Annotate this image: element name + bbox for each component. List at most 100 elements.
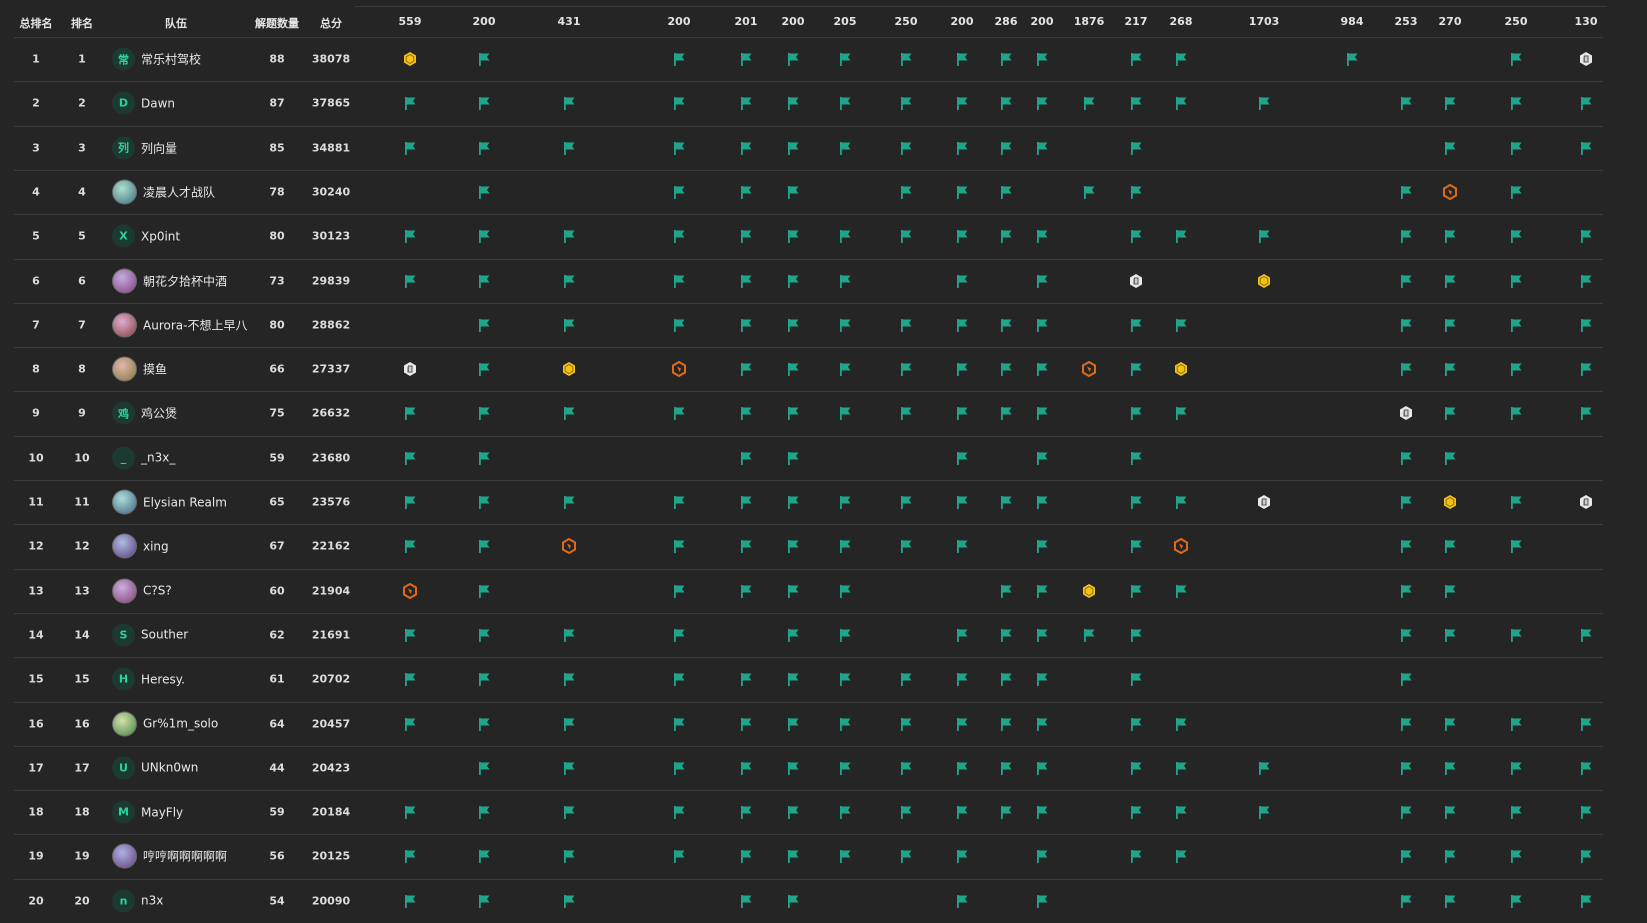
- challenge-score-header[interactable]: 270: [1439, 15, 1462, 28]
- team-cell[interactable]: Elysian Realm: [112, 489, 227, 515]
- challenge-score-header[interactable]: 205: [834, 15, 857, 28]
- table-row[interactable]: 15 15 H Heresy. 61 20702: [0, 657, 1647, 701]
- challenge-score-header[interactable]: 201: [735, 15, 758, 28]
- table-row[interactable]: 5 5 X Xp0int 80 30123: [0, 214, 1647, 258]
- solved-flag-icon: [1398, 184, 1414, 200]
- header-overall-rank[interactable]: 总排名: [20, 15, 53, 31]
- challenge-score-header[interactable]: 253: [1395, 15, 1418, 28]
- team-cell[interactable]: X Xp0int: [112, 224, 180, 248]
- solved-flag-icon: [1173, 494, 1189, 510]
- team-cell[interactable]: 常常乐村驾校: [112, 47, 201, 71]
- solved-flag-icon: [954, 760, 970, 776]
- team-cell[interactable]: S Souther: [112, 623, 188, 647]
- table-row[interactable]: 10 10 _ _n3x_ 59 23680: [0, 435, 1647, 480]
- solved-flag-icon: [998, 405, 1014, 421]
- team-cell[interactable]: _ _n3x_: [112, 446, 175, 470]
- solved-flag-icon: [898, 760, 914, 776]
- challenge-score-header[interactable]: 286: [995, 15, 1018, 28]
- challenge-score-header[interactable]: 250: [895, 15, 918, 28]
- header-solved-count[interactable]: 解题数量: [255, 15, 299, 31]
- challenge-score-header[interactable]: 200: [1031, 15, 1054, 28]
- team-name[interactable]: MayFly: [141, 805, 183, 819]
- header-rank[interactable]: 排名: [71, 15, 93, 31]
- team-name[interactable]: Souther: [141, 628, 188, 642]
- challenge-score-header[interactable]: 984: [1341, 15, 1364, 28]
- team-cell[interactable]: 凌晨人才战队: [112, 179, 215, 205]
- table-row[interactable]: 6 6 朝花夕拾杯中酒 73 29839: [0, 258, 1647, 303]
- table-row[interactable]: 12 12 xing 67 22162: [0, 524, 1647, 568]
- team-cell[interactable]: U UNkn0wn: [112, 756, 198, 780]
- team-cell[interactable]: D Dawn: [112, 91, 175, 115]
- table-row[interactable]: 18 18 M MayFly 59 20184: [0, 790, 1647, 834]
- table-row[interactable]: 4 4 凌晨人才战队 78 30240: [0, 169, 1647, 214]
- challenge-score-header[interactable]: 1703: [1249, 15, 1280, 28]
- challenge-score-header[interactable]: 130: [1575, 15, 1598, 28]
- table-row[interactable]: 3 3 列列向量 85 34881: [0, 125, 1647, 170]
- team-name[interactable]: _n3x_: [141, 451, 175, 465]
- team-name[interactable]: Aurora-不想上早八: [143, 316, 247, 333]
- challenge-score-header[interactable]: 268: [1170, 15, 1193, 28]
- team-name[interactable]: UNkn0wn: [141, 761, 198, 775]
- team-name[interactable]: C?S?: [143, 584, 172, 598]
- solved-flag-icon: [785, 627, 801, 643]
- team-cell[interactable]: 摸鱼: [112, 356, 167, 382]
- challenge-score-header[interactable]: 250: [1505, 15, 1528, 28]
- team-name[interactable]: 列向量: [141, 139, 177, 156]
- challenge-score-header[interactable]: 431: [558, 15, 581, 28]
- solved-flag-icon: [1578, 405, 1594, 421]
- team-cell[interactable]: xing: [112, 533, 169, 559]
- rank: 13: [74, 584, 90, 598]
- team-name[interactable]: 朝花夕拾杯中酒: [143, 272, 227, 289]
- team-name[interactable]: xing: [143, 539, 169, 553]
- table-row[interactable]: 2 2 D Dawn 87 37865: [0, 81, 1647, 125]
- team-cell[interactable]: 朝花夕拾杯中酒: [112, 268, 227, 293]
- table-row[interactable]: 9 9 鸡鸡公煲 75 26632: [0, 391, 1647, 435]
- table-row[interactable]: 17 17 U UNkn0wn 44 20423: [0, 745, 1647, 790]
- team-cell[interactable]: 哼哼啊啊啊啊啊: [112, 843, 227, 869]
- table-row[interactable]: 19 19 哼哼啊啊啊啊啊 56 20125: [0, 834, 1647, 878]
- table-row[interactable]: 16 16 Gr%1m_solo 64 20457: [0, 701, 1647, 746]
- team-cell[interactable]: 鸡鸡公煲: [112, 401, 177, 425]
- team-cell[interactable]: H Heresy.: [112, 667, 185, 691]
- team-name[interactable]: 凌晨人才战队: [143, 183, 215, 200]
- solved-flag-icon: [1398, 627, 1414, 643]
- team-name[interactable]: Dawn: [141, 96, 175, 110]
- team-cell[interactable]: Gr%1m_solo: [112, 711, 218, 736]
- team-name[interactable]: 鸡公煲: [141, 405, 177, 422]
- avatar: S: [112, 623, 135, 647]
- solved-flag-icon: [785, 95, 801, 111]
- team-name[interactable]: n3x: [141, 894, 163, 908]
- team-name[interactable]: Heresy.: [141, 672, 185, 686]
- team-name[interactable]: 常乐村驾校: [141, 51, 201, 68]
- challenge-score-header[interactable]: 200: [951, 15, 974, 28]
- challenge-score-header[interactable]: 217: [1125, 15, 1148, 28]
- solved-flag-icon: [1034, 804, 1050, 820]
- table-row[interactable]: 20 20 n n3x 54 20090: [0, 878, 1647, 923]
- table-row[interactable]: 8 8 摸鱼 66 27337: [0, 347, 1647, 391]
- table-row[interactable]: 7 7 Aurora-不想上早八 80 28862: [0, 302, 1647, 347]
- team-name[interactable]: Elysian Realm: [143, 495, 227, 509]
- table-row[interactable]: 1 1 常常乐村驾校 88 38078: [0, 37, 1647, 81]
- team-cell[interactable]: Aurora-不想上早八: [112, 312, 247, 338]
- team-name[interactable]: 哼哼啊啊啊啊啊: [143, 848, 227, 865]
- table-row[interactable]: 11 11 Elysian Realm 65 23576: [0, 480, 1647, 524]
- challenge-score-header[interactable]: 1876: [1074, 15, 1105, 28]
- solved-flag-icon: [1128, 140, 1144, 156]
- challenge-score-header[interactable]: 200: [782, 15, 805, 28]
- team-cell[interactable]: M MayFly: [112, 800, 183, 824]
- avatar: M: [112, 800, 135, 824]
- challenge-score-header[interactable]: 200: [473, 15, 496, 28]
- team-name[interactable]: 摸鱼: [143, 361, 167, 378]
- solved-flag-icon: [1508, 184, 1524, 200]
- table-row[interactable]: 14 14 S Souther 62 21691: [0, 612, 1647, 657]
- challenge-score-header[interactable]: 200: [668, 15, 691, 28]
- table-row[interactable]: 13 13 C?S? 60 21904: [0, 568, 1647, 613]
- team-cell[interactable]: C?S?: [112, 578, 172, 604]
- team-name[interactable]: Xp0int: [141, 229, 180, 243]
- team-cell[interactable]: 列列向量: [112, 136, 177, 160]
- team-name[interactable]: Gr%1m_solo: [143, 717, 218, 731]
- team-cell[interactable]: n n3x: [112, 889, 163, 913]
- challenge-score-header[interactable]: 559: [399, 15, 422, 28]
- header-team[interactable]: 队伍: [165, 15, 187, 31]
- header-total-score[interactable]: 总分: [320, 15, 342, 31]
